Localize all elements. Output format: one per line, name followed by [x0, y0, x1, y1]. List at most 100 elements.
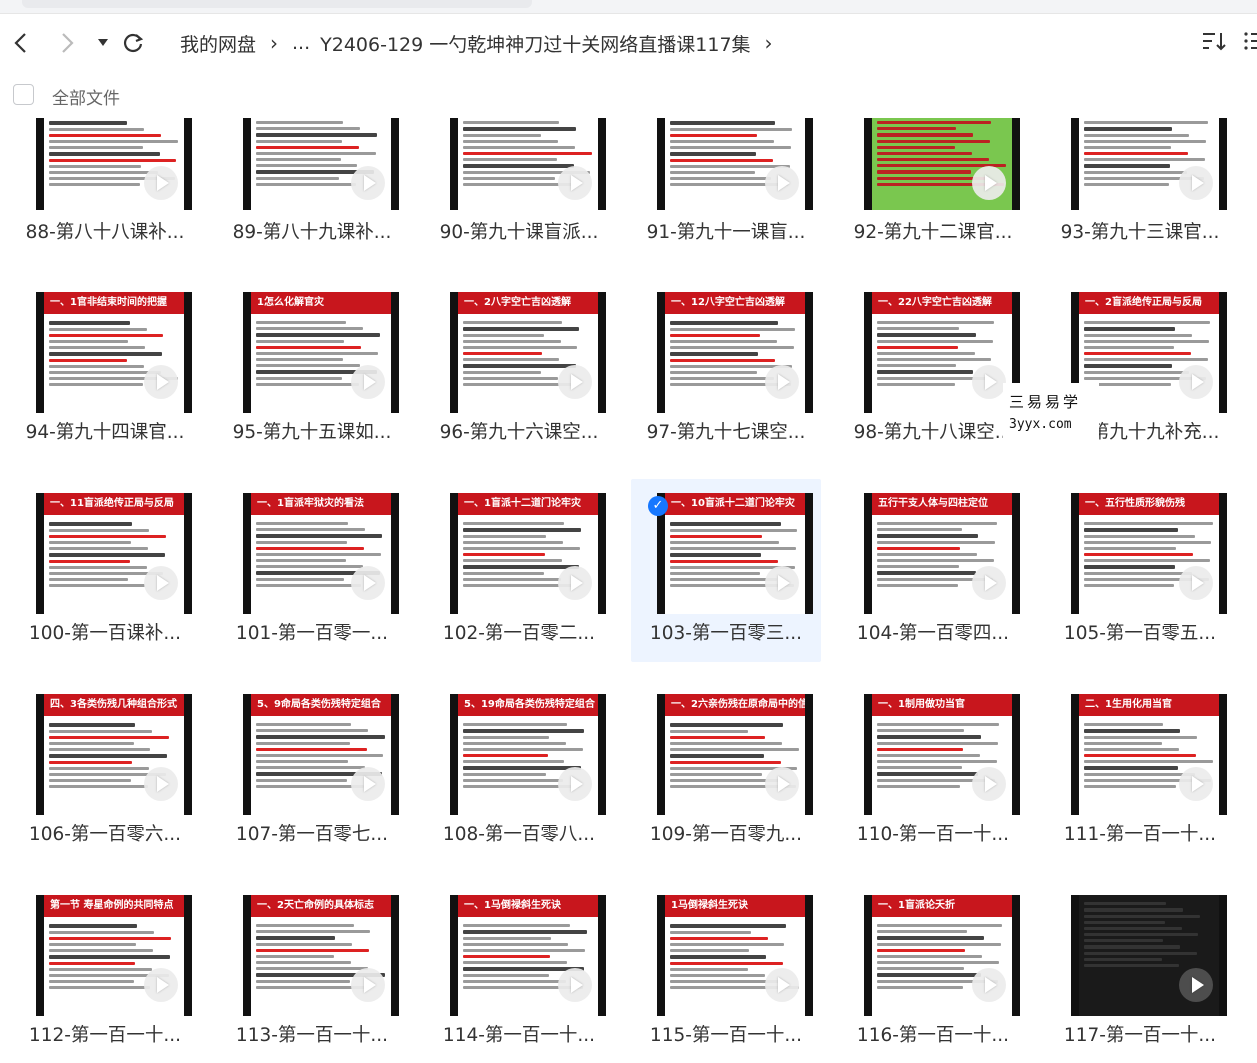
play-icon[interactable]	[144, 767, 178, 801]
video-thumbnail[interactable]	[1071, 895, 1227, 1016]
file-item[interactable]: 一、五行性质形貌伤残 105-第一百零五...	[1045, 479, 1235, 662]
file-item[interactable]: 5、9命局各类伤残特定组合 107-第一百零七...	[217, 680, 407, 863]
video-thumbnail[interactable]	[657, 118, 813, 210]
file-name[interactable]: 95-第九十五课如...	[217, 418, 407, 444]
play-icon[interactable]	[351, 566, 385, 600]
video-thumbnail[interactable]: 一、12八字空亡吉凶透解	[657, 292, 813, 413]
video-thumbnail[interactable]: 第一节 寿星命例的共同特点	[36, 895, 192, 1016]
file-name[interactable]: 101-第一百零一...	[217, 619, 407, 645]
file-name[interactable]: 96-第九十六课空...	[424, 418, 614, 444]
file-name[interactable]: 109-第一百零九...	[631, 820, 821, 846]
play-icon[interactable]	[558, 166, 592, 200]
video-thumbnail[interactable]: 一、22八字空亡吉凶透解	[864, 292, 1020, 413]
video-thumbnail[interactable]: 一、1马倒禄斜生死诀	[450, 895, 606, 1016]
file-name[interactable]: 115-第一百一十...	[631, 1021, 821, 1047]
file-item[interactable]: 一、1马倒禄斜生死诀 114-第一百一十...	[424, 881, 614, 1063]
video-thumbnail[interactable]: 一、2六亲伤残在原命局中的信息	[657, 694, 813, 815]
play-icon[interactable]	[765, 365, 799, 399]
forward-icon[interactable]	[52, 28, 82, 58]
play-icon[interactable]	[351, 166, 385, 200]
file-item[interactable]: 一、22八字空亡吉凶透解 98-第九十八课空...	[838, 278, 1028, 461]
file-name[interactable]: 105-第一百零五...	[1045, 619, 1235, 645]
file-item[interactable]: 93-第九十三课官...	[1045, 118, 1235, 264]
file-name[interactable]: 98-第九十八课空...	[838, 418, 1028, 444]
file-item[interactable]: 90-第九十课盲派...	[424, 118, 614, 264]
file-item[interactable]: 一、1制用做功当官 110-第一百一十...	[838, 680, 1028, 863]
play-icon[interactable]	[972, 767, 1006, 801]
play-icon[interactable]	[558, 365, 592, 399]
video-thumbnail[interactable]: 一、1盲派论夭折	[864, 895, 1020, 1016]
file-item[interactable]: 一、1盲派十二道门论牢灾 102-第一百零二...	[424, 479, 614, 662]
select-all-checkbox[interactable]	[13, 84, 34, 105]
file-name[interactable]: 103-第一百零三...	[631, 619, 821, 645]
play-icon[interactable]	[144, 365, 178, 399]
sort-icon[interactable]	[1201, 30, 1227, 56]
video-thumbnail[interactable]	[450, 118, 606, 210]
play-icon[interactable]	[351, 767, 385, 801]
file-name[interactable]: 90-第九十课盲派...	[424, 218, 614, 244]
play-icon[interactable]	[1179, 767, 1213, 801]
breadcrumb-current[interactable]: Y2406-129 一勺乾坤神刀过十关网络直播课117集	[320, 30, 750, 57]
video-thumbnail[interactable]: 一、1盲派十二道门论牢灾	[450, 493, 606, 614]
video-thumbnail[interactable]: 5、9命局各类伤残特定组合	[243, 694, 399, 815]
video-thumbnail[interactable]: 一、11盲派绝传正局与反局	[36, 493, 192, 614]
video-thumbnail[interactable]	[1071, 118, 1227, 210]
file-name[interactable]: 110-第一百一十...	[838, 820, 1028, 846]
play-icon[interactable]	[765, 166, 799, 200]
video-thumbnail[interactable]: 五行干支人体与四柱定位	[864, 493, 1020, 614]
play-icon[interactable]	[972, 166, 1006, 200]
file-item[interactable]: 91-第九十一课盲...	[631, 118, 821, 264]
play-icon[interactable]	[765, 968, 799, 1002]
file-item[interactable]: 二、1生用化用当官 111-第一百一十...	[1045, 680, 1235, 863]
file-name[interactable]: 88-第八十八课补...	[10, 218, 200, 244]
file-item[interactable]: 四、3各类伤残几种组合形式 106-第一百零六...	[10, 680, 200, 863]
file-name[interactable]: 93-第九十三课官...	[1045, 218, 1235, 244]
file-name[interactable]: 113-第一百一十...	[217, 1021, 407, 1047]
file-item[interactable]: 89-第八十九课补...	[217, 118, 407, 264]
file-item[interactable]: 第一节 寿星命例的共同特点 112-第一百一十...	[10, 881, 200, 1063]
video-thumbnail[interactable]: 一、五行性质形貌伤残	[1071, 493, 1227, 614]
play-icon[interactable]	[1179, 166, 1213, 200]
file-item[interactable]: 五行干支人体与四柱定位 104-第一百零四...	[838, 479, 1028, 662]
play-icon[interactable]	[1179, 566, 1213, 600]
file-name[interactable]: 102-第一百零二...	[424, 619, 614, 645]
play-icon[interactable]	[144, 166, 178, 200]
file-name[interactable]: 108-第一百零八...	[424, 820, 614, 846]
play-icon[interactable]	[351, 968, 385, 1002]
file-name[interactable]: 91-第九十一课盲...	[631, 218, 821, 244]
file-name[interactable]: 112-第一百一十...	[10, 1021, 200, 1047]
video-thumbnail[interactable]: 1马倒禄斜生死诀	[657, 895, 813, 1016]
breadcrumb-root[interactable]: 我的网盘	[180, 30, 256, 57]
file-item[interactable]: 一、2八字空亡吉凶透解 96-第九十六课空...	[424, 278, 614, 461]
file-item[interactable]: 一、2天亡命例的具体标志 113-第一百一十...	[217, 881, 407, 1063]
file-name[interactable]: 92-第九十二课官...	[838, 218, 1028, 244]
video-thumbnail[interactable]: 一、1盲派牢狱灾的看法	[243, 493, 399, 614]
file-item[interactable]: 117-第一百一十...	[1045, 881, 1235, 1063]
video-thumbnail[interactable]: 二、1生用化用当官	[1071, 694, 1227, 815]
file-name[interactable]: 100-第一百课补...	[10, 619, 200, 645]
play-icon[interactable]	[558, 968, 592, 1002]
file-item[interactable]: 一、10盲派十二道门论牢灾 ✓ 103-第一百零三...	[631, 479, 821, 662]
play-icon[interactable]	[765, 767, 799, 801]
file-item[interactable]: 一、11盲派绝传正局与反局 100-第一百课补...	[10, 479, 200, 662]
refresh-icon[interactable]	[118, 28, 148, 58]
video-thumbnail[interactable]	[36, 118, 192, 210]
play-icon[interactable]	[558, 566, 592, 600]
play-icon[interactable]	[1179, 968, 1213, 1002]
file-item[interactable]: 一、1盲派论夭折 116-第一百一十...	[838, 881, 1028, 1063]
video-thumbnail[interactable]	[864, 118, 1020, 210]
file-name[interactable]: 111-第一百一十...	[1045, 820, 1235, 846]
video-thumbnail[interactable]: 一、2天亡命例的具体标志	[243, 895, 399, 1016]
file-name[interactable]: 106-第一百零六...	[10, 820, 200, 846]
file-item[interactable]: 88-第八十八课补...	[10, 118, 200, 264]
file-name[interactable]: 104-第一百零四...	[838, 619, 1028, 645]
back-icon[interactable]	[6, 28, 36, 58]
video-thumbnail[interactable]: 四、3各类伤残几种组合形式	[36, 694, 192, 815]
video-thumbnail[interactable]: 1怎么化解官灾	[243, 292, 399, 413]
play-icon[interactable]	[1179, 365, 1213, 399]
file-item[interactable]: 一、1官非结束时间的把握 94-第九十四课官...	[10, 278, 200, 461]
file-name[interactable]: 117-第一百一十...	[1045, 1021, 1235, 1047]
play-icon[interactable]	[765, 566, 799, 600]
video-thumbnail[interactable]: 5、19命局各类伤残特定组合	[450, 694, 606, 815]
play-icon[interactable]	[351, 365, 385, 399]
